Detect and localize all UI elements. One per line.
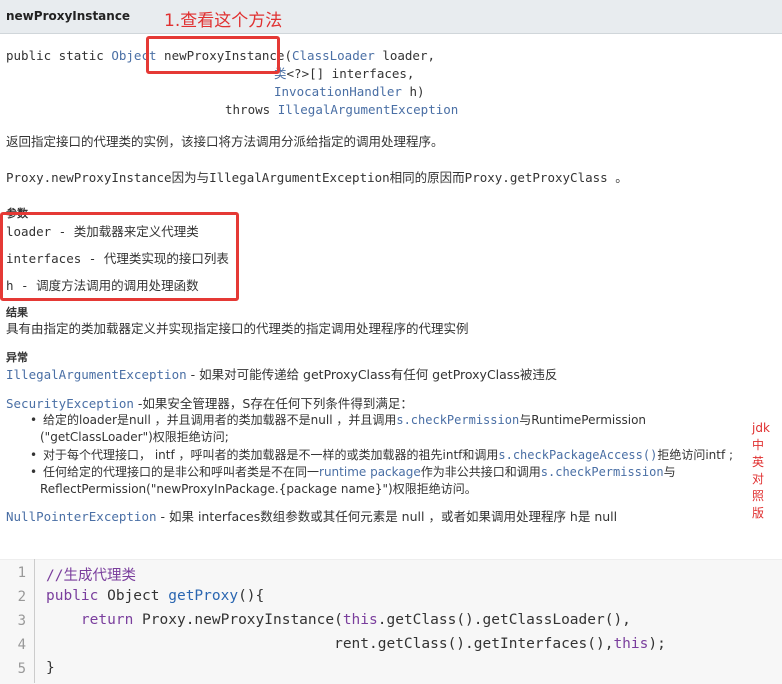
code-gutter: 1 2 3 4 5	[0, 559, 34, 683]
code-line-4: rent.getClass().getInterfaces(),this);	[334, 636, 666, 652]
code-line-3: return Proxy.newProxyInstance(this.getCl…	[80, 612, 631, 628]
method-detail: Proxy.newProxyInstance因为与IllegalArgument…	[6, 170, 628, 185]
line-number: 2	[17, 589, 26, 605]
highlight-box-params	[0, 212, 239, 301]
bullet-item-continuation: ReflectPermission("newProxyInPackage.{pa…	[40, 482, 477, 496]
method-title: newProxyInstance	[6, 9, 131, 23]
bullet-item: • 对于每个代理接口， intf ，呼叫者的类加载器是不一样的或类加载器的祖先in…	[30, 448, 734, 462]
checkpackageaccess-link[interactable]: s.checkPackageAccess()	[498, 448, 657, 462]
runtime-package-link[interactable]: runtime package	[319, 465, 421, 479]
code-line-5: }	[46, 660, 55, 676]
method-summary: 返回指定接口的代理类的实例，该接口将方法调用分派给指定的调用处理程序。	[6, 134, 444, 149]
result-label: 结果	[6, 306, 28, 319]
checkpermission-link[interactable]: s.checkPermission	[396, 413, 519, 427]
line-number: 5	[17, 661, 26, 677]
null-pointer-link[interactable]: NullPointerException	[6, 509, 157, 524]
line-number: 4	[17, 637, 26, 653]
signature-throws: throws IllegalArgumentException	[225, 102, 459, 117]
bullet-item-continuation: ("getClassLoader")权限拒绝访问;	[40, 430, 229, 444]
line-number: 1	[17, 565, 26, 581]
code-line-1: //生成代理类	[46, 568, 136, 584]
code-line-2: public Object getProxy(){	[46, 588, 265, 604]
gutter-divider	[34, 559, 35, 683]
checkpermission-link-2[interactable]: s.checkPermission	[541, 465, 664, 479]
bullet-item: • 给定的loader是null ，并且调用者的类加载器不是null ，并且调用s…	[30, 413, 647, 427]
side-note-jdk-bilingual: jdk 中 英 对 照 版	[752, 421, 770, 520]
annotation-check-method: 1.查看这个方法	[164, 11, 283, 31]
exceptions-label: 异常	[6, 351, 28, 364]
line-number: 3	[17, 613, 26, 629]
exception-illegal-argument: IllegalArgumentException - 如果对可能传递给 getP…	[6, 367, 558, 382]
illegalargumentexception-link[interactable]: IllegalArgumentException	[278, 102, 459, 117]
exception-null-pointer: NullPointerException - 如果 interfaces数组参数…	[6, 509, 618, 524]
bullet-item: • 任何给定的代理接口的是非公和呼叫者类是不在同一runtime package作…	[30, 465, 676, 479]
illegal-argument-link[interactable]: IllegalArgumentException	[6, 367, 187, 382]
signature-line-2: 类<?>[] interfaces,	[274, 66, 415, 81]
signature-line-3: InvocationHandler h)	[274, 84, 425, 99]
exception-security: SecurityException -如果安全管理器，S存在任何下列条件得到满足…	[6, 396, 413, 411]
highlight-box-method	[146, 36, 280, 74]
classloader-type-link[interactable]: ClassLoader	[292, 48, 375, 63]
security-exception-link[interactable]: SecurityException	[6, 396, 134, 411]
result-text: 具有由指定的类加载器定义并实现指定接口的代理类的指定调用处理程序的代理实例	[6, 321, 469, 336]
invocationhandler-type-link[interactable]: InvocationHandler	[274, 84, 402, 99]
